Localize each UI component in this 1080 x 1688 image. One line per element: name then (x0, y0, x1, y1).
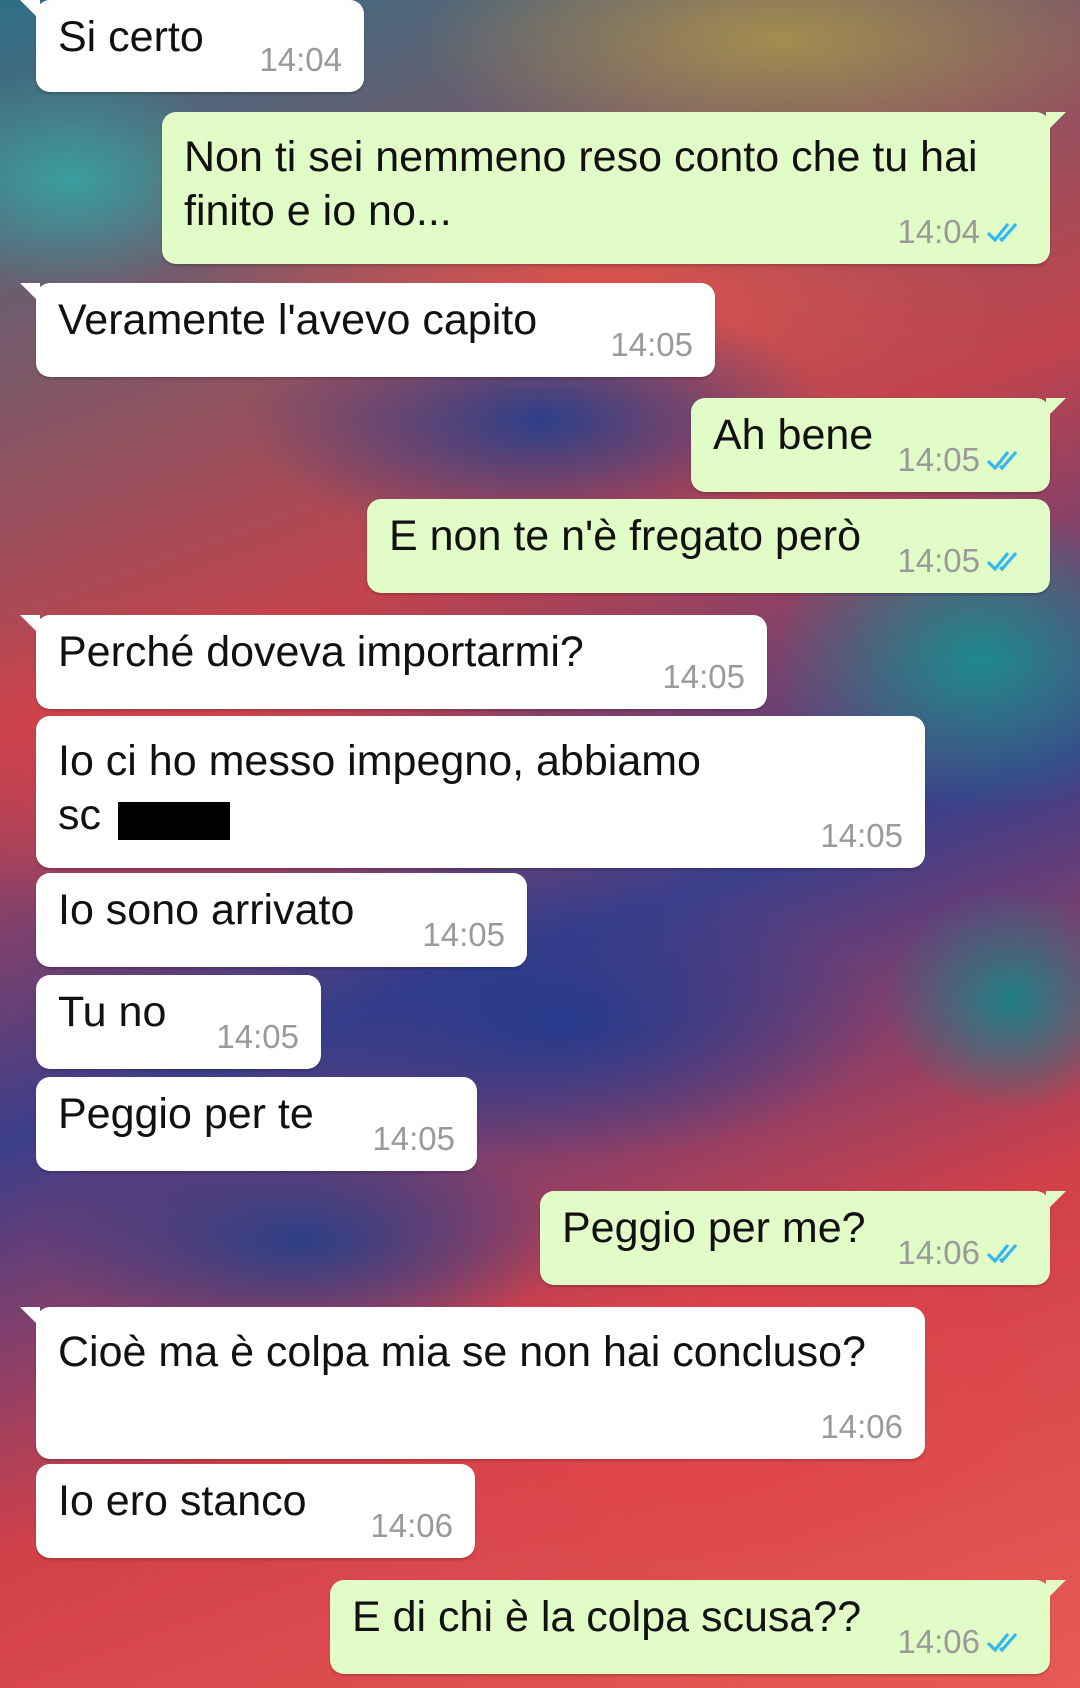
message-bubble-outgoing[interactable]: E non te n'è fregato però 14:05 (367, 499, 1050, 593)
message-text-line: Io ci ho messo impegno, abbiamo (58, 737, 701, 785)
message-timestamp: 14:04 (259, 41, 342, 78)
message-bubble-outgoing[interactable]: Ah bene 14:05 (691, 398, 1066, 492)
double-check-icon (986, 1632, 1018, 1653)
message-timestamp: 14:05 (820, 817, 903, 854)
message-timestamp: 14:05 (662, 658, 745, 695)
message-text: Peggio per te (58, 1090, 314, 1138)
message-text: Perché doveva importarmi? (58, 628, 584, 676)
message-bubble-incoming[interactable]: Io ero stanco 14:06 (36, 1464, 475, 1558)
double-check-icon (986, 222, 1018, 243)
message-text: Io sono arrivato (58, 886, 355, 934)
chat-conversation: Si certo 14:04 Non ti sei nemmeno reso c… (0, 0, 1080, 1688)
message-text-line: Non ti sei nemmeno reso conto che tu hai (184, 133, 978, 181)
message-text: Peggio per me? (562, 1204, 866, 1252)
message-timestamp: 14:06 (897, 1624, 1028, 1660)
message-text: Ah bene (713, 411, 874, 459)
message-bubble-incoming[interactable]: Peggio per te 14:05 (36, 1077, 477, 1171)
double-check-icon (986, 1243, 1018, 1264)
message-timestamp: 14:05 (897, 442, 1028, 478)
message-bubble-incoming[interactable]: Cioè ma è colpa mia se non hai concluso?… (20, 1307, 925, 1459)
message-timestamp: 14:05 (372, 1120, 455, 1157)
message-text: E non te n'è fregato però (389, 512, 861, 560)
message-bubble-incoming[interactable]: Veramente l'avevo capito 14:05 (20, 283, 715, 377)
message-bubble-incoming[interactable]: Io sono arrivato 14:05 (36, 873, 527, 967)
message-timestamp: 14:05 (610, 326, 693, 363)
message-text: Si certo (58, 13, 204, 61)
message-text: E di chi è la colpa scusa?? (352, 1593, 862, 1641)
message-bubble-incoming[interactable]: Tu no 14:05 (36, 975, 321, 1069)
message-text: Tu no (58, 988, 167, 1036)
message-bubble-outgoing[interactable]: E di chi è la colpa scusa?? 14:06 (330, 1580, 1066, 1674)
double-check-icon (986, 551, 1018, 572)
message-bubble-outgoing[interactable]: Peggio per me? 14:06 (540, 1191, 1066, 1285)
message-bubble-incoming[interactable]: Io ci ho messo impegno, abbiamo sc 14:05 (36, 716, 925, 868)
message-bubble-incoming[interactable]: Perché doveva importarmi? 14:05 (20, 615, 767, 709)
double-check-icon (986, 450, 1018, 471)
message-timestamp: 14:05 (216, 1018, 299, 1055)
message-text: Io ero stanco (58, 1477, 307, 1525)
message-text-line: sc (58, 791, 101, 839)
redaction-block (118, 802, 230, 840)
message-text: Cioè ma è colpa mia se non hai concluso? (58, 1328, 866, 1376)
message-bubble-incoming[interactable]: Si certo 14:04 (20, 0, 364, 92)
message-timestamp: 14:05 (897, 543, 1028, 579)
message-text-line: finito e io no... (184, 187, 452, 235)
message-timestamp: 14:06 (820, 1408, 903, 1445)
message-bubble-outgoing[interactable]: Non ti sei nemmeno reso conto che tu hai… (162, 112, 1066, 264)
message-text: Veramente l'avevo capito (58, 296, 538, 344)
message-timestamp: 14:06 (897, 1235, 1028, 1271)
message-timestamp: 14:04 (897, 214, 1028, 250)
message-timestamp: 14:06 (370, 1507, 453, 1544)
message-timestamp: 14:05 (422, 916, 505, 953)
